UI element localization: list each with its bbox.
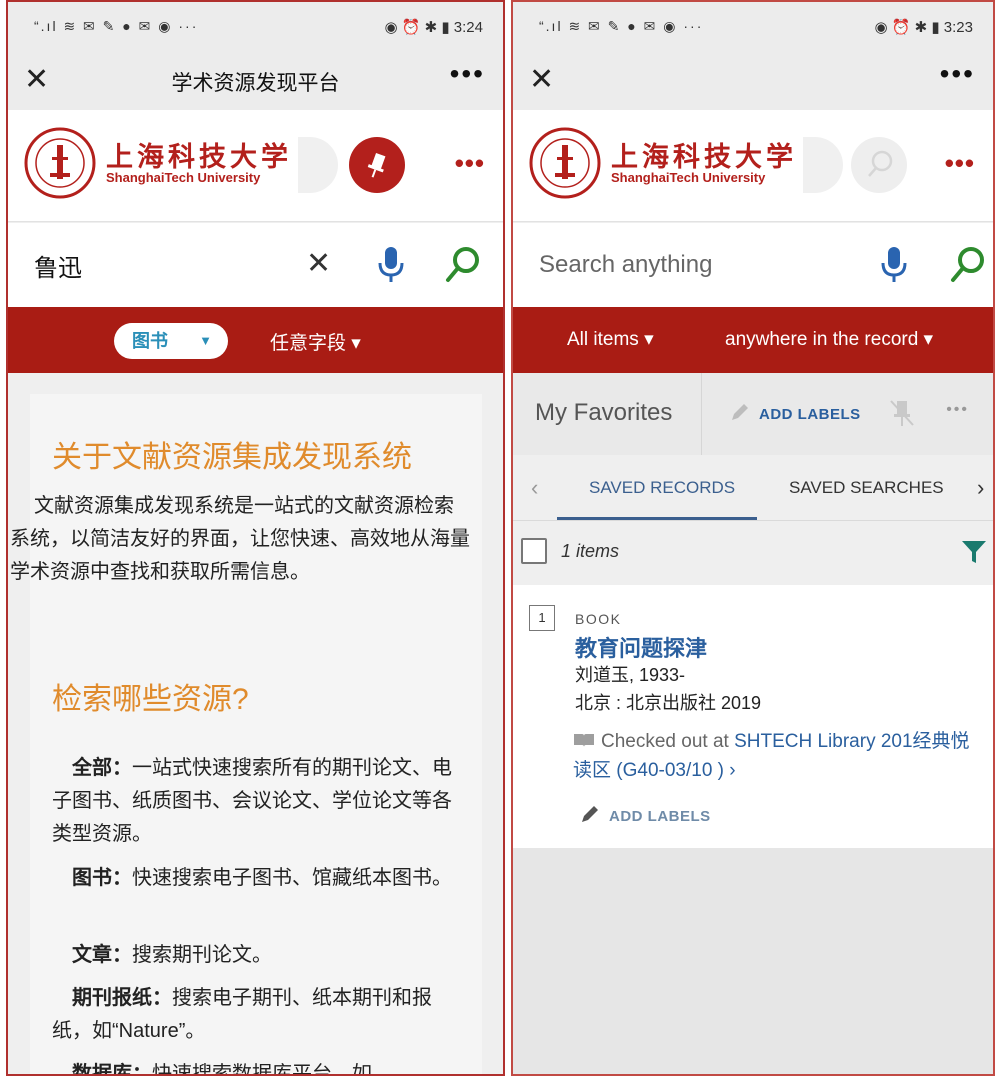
- search-icon: [868, 150, 893, 177]
- search-input[interactable]: [539, 247, 779, 283]
- status-time: 3:24: [453, 19, 483, 36]
- search-input[interactable]: [34, 247, 274, 283]
- add-labels-button[interactable]: ADD LABELS: [729, 401, 861, 423]
- right-phone-screen: “.ıl ≋ ✉ ✎ ● ✉ ◉ ··· ◉ ⏰ ✱ ▮ 3:23 ✕ ••• …: [511, 0, 995, 1076]
- scope-dropdown[interactable]: 图书 ▼: [114, 323, 228, 359]
- more-menu-icon[interactable]: •••: [940, 58, 975, 90]
- microphone-icon[interactable]: [879, 245, 909, 285]
- resource-desc: 快速搜索电子图书、馆藏纸本图书。: [132, 867, 452, 889]
- scope-dropdown[interactable]: All items ▾: [567, 328, 654, 351]
- add-labels-label: ADD LABELS: [609, 808, 711, 825]
- empty-area: [513, 848, 993, 1074]
- resource-item-all: 全部：一站式快速搜索所有的期刊论文、电子图书、纸质图书、会议论文、学位论文等各类…: [52, 752, 462, 851]
- pencil-icon: [732, 404, 748, 420]
- record-add-labels-button[interactable]: ADD LABELS: [579, 803, 711, 825]
- field-dropdown[interactable]: 任意字段 ▾: [270, 328, 361, 355]
- record-type: BOOK: [575, 611, 622, 627]
- record-title[interactable]: 教育问题探津: [575, 631, 707, 663]
- chevron-down-icon: ▼: [199, 333, 212, 348]
- university-seal-logo: [529, 127, 601, 199]
- search-row: [513, 223, 993, 307]
- search-icon[interactable]: [949, 245, 987, 285]
- resource-item-databases: 数据库：快速搜索数据库平台，如: [52, 1058, 462, 1076]
- status-bar: “.ıl ≋ ✉ ✎ ● ✉ ◉ ··· ◉ ⏰ ✱ ▮ 3:24: [8, 2, 503, 52]
- resource-term: 期刊报纸：: [72, 987, 172, 1009]
- favorites-tabs: ‹ SAVED RECORDS SAVED SEARCHES ›: [513, 455, 993, 521]
- resource-item-books: 图书：快速搜索电子图书、馆藏纸本图书。: [52, 862, 462, 895]
- search-row: ✕: [8, 223, 503, 307]
- filter-bar: 图书 ▼ 任意字段 ▾: [8, 307, 503, 373]
- microphone-icon[interactable]: [376, 245, 406, 285]
- brand-more-icon[interactable]: •••: [455, 148, 485, 179]
- more-menu-icon[interactable]: •••: [450, 58, 485, 90]
- pin-button[interactable]: [349, 137, 405, 193]
- nav-bar: ✕ 学术资源发现平台 •••: [8, 52, 503, 110]
- record-index: 1: [529, 605, 555, 631]
- resource-term: 图书：: [72, 867, 132, 889]
- about-intro: 文献资源集成发现系统是一站式的文献资源检索系统，以简洁友好的界面，让您快速、高效…: [10, 495, 470, 583]
- resource-term: 全部：: [72, 757, 132, 779]
- tab-saved-records[interactable]: SAVED RECORDS: [589, 478, 735, 498]
- nav-bar: ✕ •••: [513, 52, 993, 110]
- resource-item-journals: 期刊报纸：搜索电子期刊、纸本期刊和报纸，如“Nature”。: [52, 982, 462, 1048]
- university-seal-logo: [24, 127, 96, 199]
- favorites-title: My Favorites: [535, 399, 673, 426]
- status-icons: “.ıl ≋ ✉ ✎ ● ✉ ◉ ···: [539, 18, 704, 34]
- select-all-checkbox[interactable]: [521, 538, 547, 564]
- availability-prefix: Checked out at: [601, 731, 735, 752]
- active-tab-indicator: [557, 517, 757, 520]
- search-icon[interactable]: [444, 245, 482, 285]
- brand-name-en: ShanghaiTech University: [106, 170, 261, 185]
- favorites-toolbar: My Favorites ADD LABELS •••: [513, 373, 993, 455]
- tabs-prev-icon[interactable]: ‹: [531, 475, 538, 501]
- availability-status: Checked out at SHTECH Library 201经典悦读区 (…: [573, 727, 983, 785]
- brand-name-cn: 上海科技大学: [106, 142, 292, 173]
- qr-code-icon[interactable]: [298, 137, 338, 193]
- book-icon: [574, 734, 594, 747]
- brand-name-en: ShanghaiTech University: [611, 170, 766, 185]
- tab-saved-searches[interactable]: SAVED SEARCHES: [789, 478, 944, 498]
- record-author: 刘道玉, 1933-: [575, 665, 686, 685]
- field-dropdown[interactable]: anywhere in the record ▾: [725, 328, 933, 351]
- left-phone-screen: “.ıl ≋ ✉ ✎ ● ✉ ◉ ··· ◉ ⏰ ✱ ▮ 3:24 ✕ 学术资源…: [6, 0, 505, 1076]
- unpin-icon[interactable]: [887, 397, 917, 429]
- saved-record-item[interactable]: 1 BOOK 教育问题探津 刘道玉, 1933- 北京 : 北京出版社 2019…: [513, 585, 993, 848]
- filter-icon[interactable]: [961, 539, 987, 565]
- resource-term: 文章：: [72, 944, 132, 966]
- status-right: ◉ ⏰ ✱ ▮ 3:24: [384, 19, 483, 36]
- record-publisher: 北京 : 北京出版社 2019: [575, 693, 762, 713]
- clear-search-icon[interactable]: ✕: [306, 249, 331, 279]
- brand-header: 上海科技大学 ShanghaiTech University •••: [8, 110, 503, 222]
- resource-term: 数据库：: [72, 1063, 152, 1076]
- page-title: 学术资源发现平台: [171, 72, 340, 95]
- close-icon[interactable]: ✕: [529, 62, 565, 98]
- qr-code-icon[interactable]: [803, 137, 843, 193]
- status-icons: “.ıl ≋ ✉ ✎ ● ✉ ◉ ···: [34, 18, 199, 34]
- brand-name-cn: 上海科技大学: [611, 142, 797, 173]
- scope-label: 图书: [132, 331, 168, 351]
- divider: [701, 373, 702, 455]
- results-count-row: 1 items: [513, 521, 993, 585]
- status-time: 3:23: [943, 19, 973, 36]
- pencil-icon: [582, 806, 598, 822]
- status-right: ◉ ⏰ ✱ ▮ 3:23: [874, 19, 973, 36]
- resource-item-articles: 文章：搜索期刊论文。: [52, 939, 462, 972]
- about-card: 关于文献资源集成发现系统 文献资源集成发现系统是一站式的文献资源检索系统，以简洁…: [10, 394, 482, 1076]
- about-heading: 关于文献资源集成发现系统: [52, 441, 412, 474]
- resources-heading: 检索哪些资源?: [52, 683, 249, 716]
- brand-header: 上海科技大学 ShanghaiTech University •••: [513, 110, 993, 222]
- brand-more-icon[interactable]: •••: [945, 148, 975, 179]
- filter-bar: All items ▾ anywhere in the record ▾: [513, 307, 993, 373]
- resource-desc: 快速搜索数据库平台，如: [152, 1063, 372, 1076]
- add-labels-label: ADD LABELS: [759, 406, 861, 423]
- search-circle-button[interactable]: [851, 137, 907, 193]
- favorites-more-icon[interactable]: •••: [946, 401, 969, 419]
- pin-icon: [367, 152, 386, 178]
- tabs-next-icon[interactable]: ›: [977, 475, 984, 501]
- resource-desc: 搜索期刊论文。: [132, 944, 272, 966]
- items-count: 1 items: [561, 541, 620, 561]
- status-bar: “.ıl ≋ ✉ ✎ ● ✉ ◉ ··· ◉ ⏰ ✱ ▮ 3:23: [513, 2, 993, 52]
